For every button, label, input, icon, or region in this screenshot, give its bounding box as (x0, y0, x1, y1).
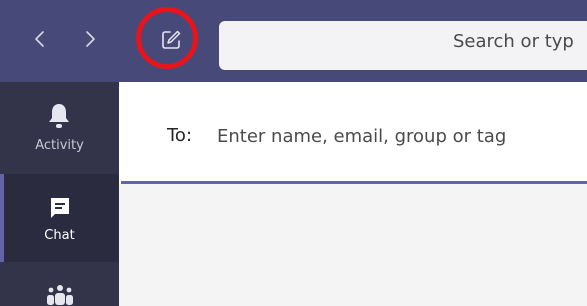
back-button[interactable] (28, 27, 52, 51)
teams-icon (47, 285, 73, 305)
rail-item-teams[interactable] (0, 262, 119, 306)
chevron-left-icon (35, 31, 44, 47)
active-indicator (0, 174, 4, 262)
rail-item-activity[interactable]: Activity (0, 82, 119, 172)
to-label: To: (167, 125, 193, 146)
new-chat-button[interactable] (158, 27, 184, 53)
bell-icon (49, 104, 69, 128)
search-placeholder: Search or typ (453, 31, 574, 52)
new-chat-pane: To: (119, 82, 587, 306)
compose-icon (162, 30, 181, 49)
title-bar: Search or typ (0, 0, 587, 82)
teams-window: Search or typ Activity Chat To: Enter na… (0, 0, 587, 306)
conversation-area (119, 184, 587, 306)
chat-icon (51, 198, 69, 218)
recipient-input[interactable] (217, 122, 577, 150)
rail-item-label: Activity (35, 138, 84, 153)
forward-button[interactable] (78, 27, 102, 51)
search-input[interactable]: Search or typ (219, 21, 587, 70)
chevron-right-icon (86, 31, 95, 47)
recipient-row: To: (119, 82, 587, 184)
rail-item-label: Chat (44, 228, 75, 243)
app-bar: Activity Chat (0, 82, 119, 306)
rail-item-chat[interactable]: Chat (0, 174, 119, 262)
